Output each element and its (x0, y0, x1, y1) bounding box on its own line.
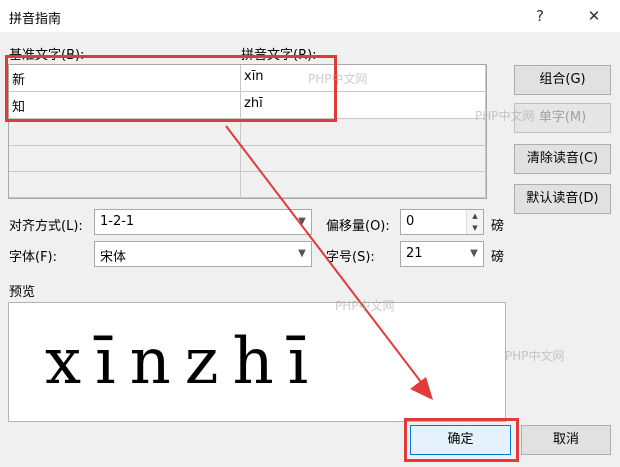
watermark: PHP中文网 (505, 349, 565, 363)
watermark: PHP中文网 (475, 109, 535, 123)
watermark: PHP中文网 (308, 72, 368, 86)
watermark: PHP中文网 (335, 299, 395, 313)
